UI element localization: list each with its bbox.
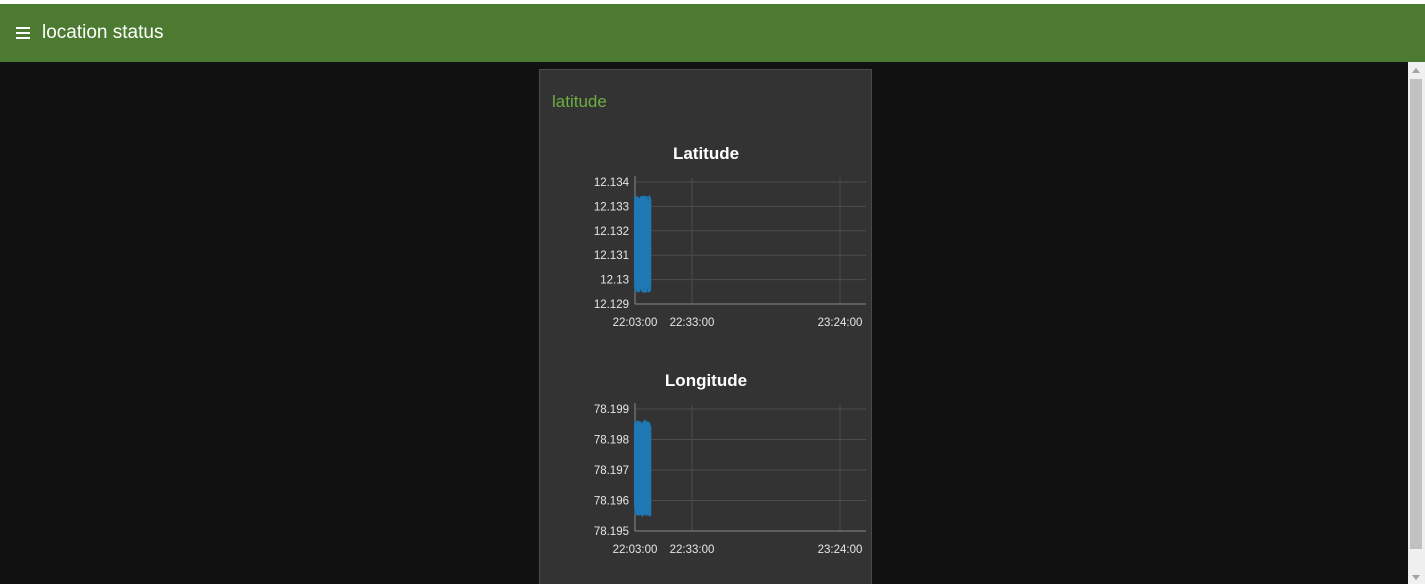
series-line [633,420,652,517]
series-line [633,195,652,293]
page-title: location status [42,22,164,43]
y-tick-label: 12.134 [594,177,630,189]
vertical-scrollbar[interactable] [1408,62,1425,584]
y-tick-label: 12.13 [600,275,629,287]
app-header: location status [0,4,1425,62]
chart-title: Latitude [673,144,739,163]
x-tick-label: 23:24:00 [818,317,863,329]
scrollbar-thumb[interactable] [1410,79,1422,549]
x-tick-label: 22:03:00 [613,544,658,556]
x-tick-label: 22:33:00 [670,317,715,329]
chart-title: Longitude [665,371,747,390]
latitude-chart: Latitude 12.134 12.133 12.132 12.131 12.13 12.… [594,144,866,329]
longitude-chart: Longitude 78.199 78.198 78.197 78.196 78.195 2… [594,371,866,556]
y-tick-label: 78.199 [594,404,629,416]
y-tick-label: 78.198 [594,435,629,447]
hamburger-menu-icon[interactable] [16,27,30,39]
y-tick-label: 12.129 [594,299,629,311]
menu-icon-bar [16,37,30,39]
y-tick-label: 12.133 [594,201,629,213]
scroll-up-arrow-icon[interactable] [1412,68,1420,73]
card-title: latitude [552,92,607,111]
menu-icon-bar [16,27,30,29]
scroll-down-arrow-icon[interactable] [1412,575,1420,580]
menu-icon-bar [16,32,30,34]
page: location status latitude Latitude 12.134 1… [0,0,1425,584]
x-tick-label: 23:24:00 [818,544,863,556]
y-tick-label: 12.131 [594,250,629,262]
x-tick-label: 22:33:00 [670,544,715,556]
latitude-card: latitude Latitude 12.134 12.133 12.132 12.13… [539,69,872,584]
y-tick-label: 78.196 [594,496,629,508]
y-tick-label: 78.197 [594,465,629,477]
x-tick-label: 22:03:00 [613,317,658,329]
dashboard-area: latitude Latitude 12.134 12.133 12.132 12.13… [0,62,1425,584]
y-tick-label: 78.195 [594,526,629,538]
y-tick-label: 12.132 [594,226,629,238]
